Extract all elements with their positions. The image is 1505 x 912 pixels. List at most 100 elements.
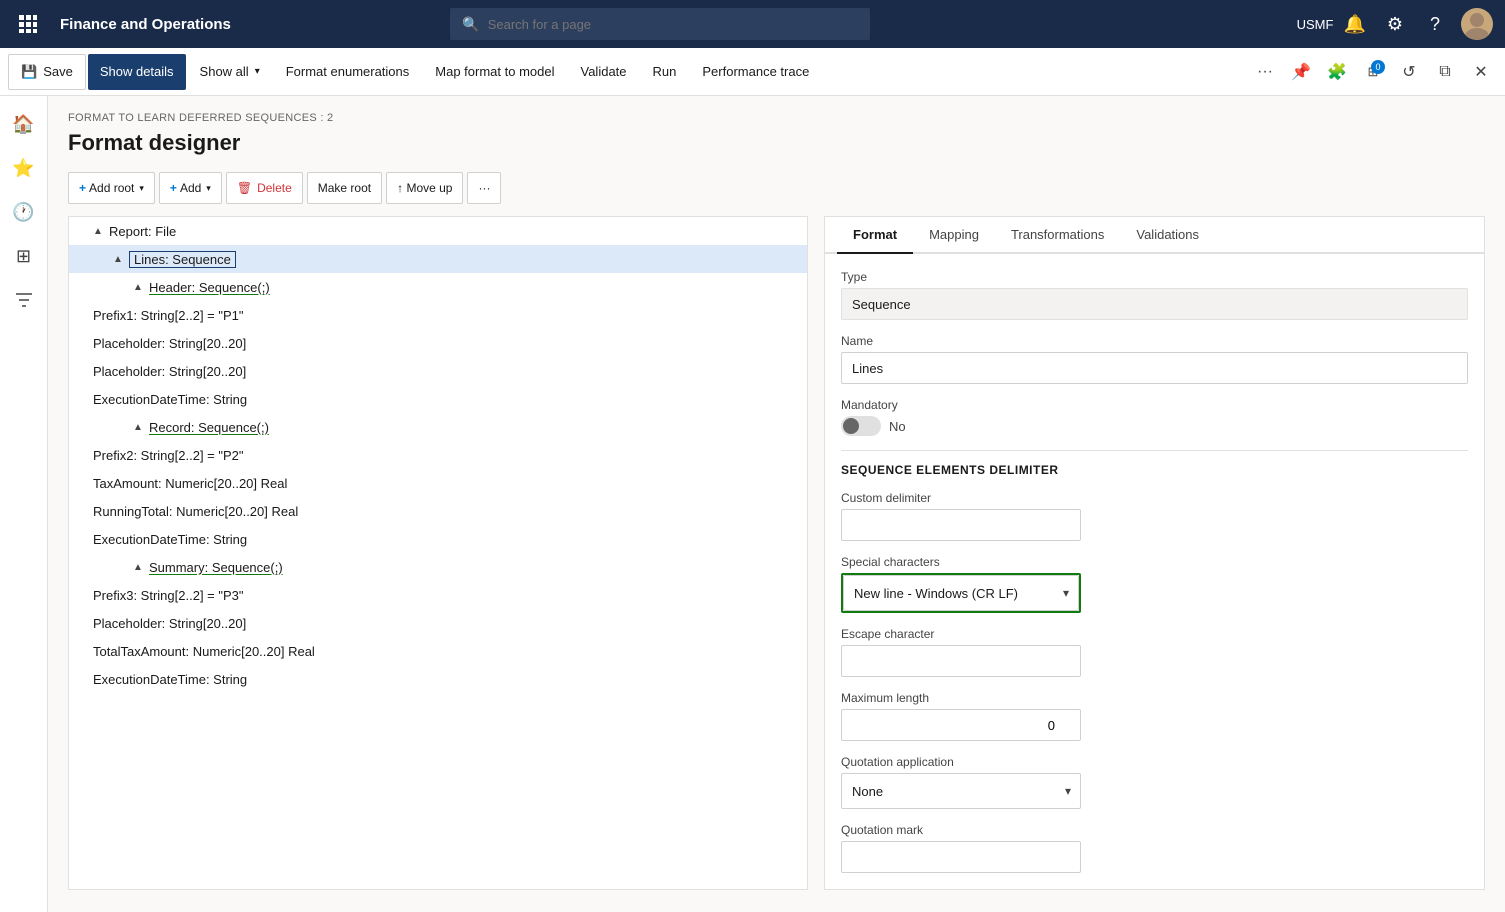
page-title: Format designer bbox=[68, 130, 1485, 156]
tree-node-report-file[interactable]: ▲ Report: File bbox=[69, 217, 807, 245]
name-input[interactable] bbox=[841, 352, 1468, 384]
mandatory-toggle[interactable] bbox=[841, 416, 881, 436]
tree-toolbar: + Add root ▾ + Add ▾ 🗑 Delete Make root … bbox=[68, 172, 1485, 204]
sidebar-favorites-icon[interactable]: ⭐ bbox=[4, 148, 44, 188]
make-root-button[interactable]: Make root bbox=[307, 172, 382, 204]
custom-delimiter-label: Custom delimiter bbox=[841, 491, 1468, 505]
app-title: Finance and Operations bbox=[60, 16, 231, 33]
escape-character-group: Escape character bbox=[841, 627, 1468, 677]
tree-node-summary-sequence[interactable]: ▲ Summary: Sequence(;) bbox=[69, 553, 807, 581]
sidebar-recent-icon[interactable]: 🕐 bbox=[4, 192, 44, 232]
sidebar-filter-icon[interactable] bbox=[4, 280, 44, 320]
escape-character-input[interactable] bbox=[841, 645, 1081, 677]
special-characters-select[interactable]: None New line - Windows (CR LF) New line… bbox=[843, 575, 1079, 611]
maximum-length-input[interactable] bbox=[841, 709, 1081, 741]
tree-node-header-sequence[interactable]: ▲ Header: Sequence(;) bbox=[69, 273, 807, 301]
close-button[interactable]: ✕ bbox=[1465, 56, 1497, 88]
quotation-application-select[interactable]: None Always When needed bbox=[841, 773, 1081, 809]
tree-node-total-tax-amount[interactable]: TotalTaxAmount: Numeric[20..20] Real bbox=[69, 637, 807, 665]
special-characters-wrapper: None New line - Windows (CR LF) New line… bbox=[841, 573, 1081, 613]
mandatory-label: Mandatory bbox=[841, 398, 1468, 412]
search-icon: 🔍 bbox=[462, 16, 479, 33]
user-avatar[interactable] bbox=[1461, 8, 1493, 40]
left-sidebar: 🏠 ⭐ 🕐 ⊞ bbox=[0, 96, 48, 912]
user-label: USMF bbox=[1301, 10, 1329, 38]
tree-node-placeholder2[interactable]: Placeholder: String[20..20] bbox=[69, 357, 807, 385]
tree-node-prefix3[interactable]: Prefix3: String[2..2] = "P3" bbox=[69, 581, 807, 609]
move-up-button[interactable]: ↑ Move up bbox=[386, 172, 463, 204]
tree-node-placeholder1[interactable]: Placeholder: String[20..20] bbox=[69, 329, 807, 357]
tree-node-prefix2[interactable]: Prefix2: String[2..2] = "P2" bbox=[69, 441, 807, 469]
search-box[interactable]: 🔍 bbox=[450, 8, 870, 40]
app-grid-icon[interactable] bbox=[12, 8, 44, 40]
sequence-delimiter-header: SEQUENCE ELEMENTS DELIMITER bbox=[841, 463, 1468, 477]
show-all-chevron-icon: ▾ bbox=[255, 66, 260, 77]
tree-node-execution-datetime3[interactable]: ExecutionDateTime: String bbox=[69, 665, 807, 693]
add-plus-icon: + bbox=[170, 181, 177, 195]
apps-button[interactable]: ⊞ 0 bbox=[1357, 56, 1389, 88]
format-enumerations-button[interactable]: Format enumerations bbox=[274, 54, 422, 90]
tree-toggle-header: ▲ bbox=[133, 282, 149, 293]
pin-button[interactable]: 📌 bbox=[1285, 56, 1317, 88]
sidebar-home-icon[interactable]: 🏠 bbox=[4, 104, 44, 144]
refresh-button[interactable]: ↺ bbox=[1393, 56, 1425, 88]
tree-node-record-sequence[interactable]: ▲ Record: Sequence(;) bbox=[69, 413, 807, 441]
command-bar-right: ··· 📌 🧩 ⊞ 0 ↺ ⧉ ✕ bbox=[1249, 56, 1497, 88]
type-field-group: Type Sequence bbox=[841, 270, 1468, 320]
tree-node-execution-datetime2[interactable]: ExecutionDateTime: String bbox=[69, 525, 807, 553]
quotation-mark-input[interactable] bbox=[841, 841, 1081, 873]
tree-node-lines-sequence[interactable]: ▲ Lines: Sequence bbox=[69, 245, 807, 273]
search-input[interactable] bbox=[488, 17, 859, 32]
tree-node-tax-amount[interactable]: TaxAmount: Numeric[20..20] Real bbox=[69, 469, 807, 497]
open-new-tab-button[interactable]: ⧉ bbox=[1429, 56, 1461, 88]
help-icon[interactable]: ? bbox=[1421, 10, 1449, 38]
right-panel: Format Mapping Transformations Validatio… bbox=[824, 216, 1485, 890]
notification-icon[interactable]: 🔔 bbox=[1341, 10, 1369, 38]
extension-button[interactable]: 🧩 bbox=[1321, 56, 1353, 88]
split-layout: ▲ Report: File ▲ Lines: Sequence ▲ Heade… bbox=[68, 216, 1485, 890]
more-tree-options-button[interactable]: ··· bbox=[467, 172, 501, 204]
add-button[interactable]: + Add ▾ bbox=[159, 172, 222, 204]
validate-button[interactable]: Validate bbox=[569, 54, 639, 90]
run-button[interactable]: Run bbox=[641, 54, 689, 90]
panel-content: Type Sequence Name Mandatory No bbox=[825, 254, 1484, 890]
tree-node-execution-datetime1[interactable]: ExecutionDateTime: String bbox=[69, 385, 807, 413]
name-field-group: Name bbox=[841, 334, 1468, 384]
show-details-button[interactable]: Show details bbox=[88, 54, 186, 90]
top-navigation: Finance and Operations 🔍 USMF 🔔 ⚙ ? bbox=[0, 0, 1505, 48]
breadcrumb: FORMAT TO LEARN DEFERRED SEQUENCES : 2 bbox=[68, 112, 1485, 124]
more-options-button[interactable]: ··· bbox=[1249, 56, 1281, 88]
sidebar-workspaces-icon[interactable]: ⊞ bbox=[4, 236, 44, 276]
tree-toggle-summary: ▲ bbox=[133, 562, 149, 573]
notification-badge: 0 bbox=[1371, 60, 1385, 74]
quotation-mark-group: Quotation mark bbox=[841, 823, 1468, 873]
mandatory-toggle-row: No bbox=[841, 416, 1468, 436]
mandatory-field-group: Mandatory No bbox=[841, 398, 1468, 436]
custom-delimiter-input[interactable] bbox=[841, 509, 1081, 541]
show-all-button[interactable]: Show all ▾ bbox=[188, 54, 272, 90]
quotation-application-wrapper: None Always When needed ▾ bbox=[841, 773, 1081, 809]
tab-validations[interactable]: Validations bbox=[1120, 217, 1215, 254]
top-nav-right: USMF 🔔 ⚙ ? bbox=[1301, 8, 1493, 40]
type-value: Sequence bbox=[841, 288, 1468, 320]
save-icon: 💾 bbox=[21, 64, 37, 80]
add-chevron-icon: ▾ bbox=[206, 183, 211, 194]
tree-node-placeholder3[interactable]: Placeholder: String[20..20] bbox=[69, 609, 807, 637]
tab-mapping[interactable]: Mapping bbox=[913, 217, 995, 254]
save-button[interactable]: 💾 Save bbox=[8, 54, 86, 90]
tab-format[interactable]: Format bbox=[837, 217, 913, 254]
tab-transformations[interactable]: Transformations bbox=[995, 217, 1120, 254]
add-root-button[interactable]: + Add root ▾ bbox=[68, 172, 155, 204]
tree-node-prefix1[interactable]: Prefix1: String[2..2] = "P1" bbox=[69, 301, 807, 329]
special-characters-group: Special characters None New line - Windo… bbox=[841, 555, 1468, 613]
settings-icon[interactable]: ⚙ bbox=[1381, 10, 1409, 38]
map-format-to-model-button[interactable]: Map format to model bbox=[423, 54, 566, 90]
maximum-length-group: Maximum length bbox=[841, 691, 1468, 741]
escape-character-label: Escape character bbox=[841, 627, 1468, 641]
panel-tabs: Format Mapping Transformations Validatio… bbox=[825, 217, 1484, 254]
quotation-mark-label: Quotation mark bbox=[841, 823, 1468, 837]
tree-toggle-lines: ▲ bbox=[113, 254, 129, 265]
performance-trace-button[interactable]: Performance trace bbox=[690, 54, 821, 90]
tree-node-running-total[interactable]: RunningTotal: Numeric[20..20] Real bbox=[69, 497, 807, 525]
delete-button[interactable]: 🗑 Delete bbox=[226, 172, 303, 204]
